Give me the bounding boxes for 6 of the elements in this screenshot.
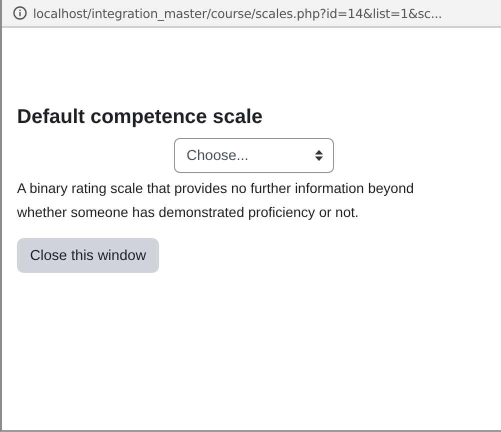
close-window-button[interactable]: Close this window bbox=[17, 238, 160, 273]
sort-caret-icon bbox=[314, 150, 322, 161]
info-icon bbox=[13, 6, 27, 20]
page-heading: Default competence scale bbox=[17, 106, 264, 129]
select-dropdown[interactable]: Choose... bbox=[174, 138, 334, 173]
scale-description: A binary rating scale that provides no further information beyond whether someone has demonstrated proficiency or not. bbox=[17, 179, 415, 222]
